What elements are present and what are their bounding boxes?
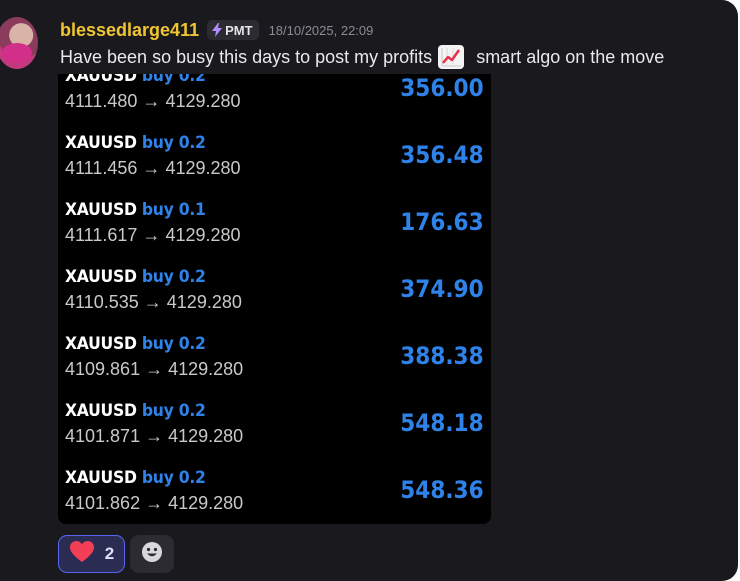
arrow-right-icon: → bbox=[145, 359, 164, 379]
message-text: Have been so busy this days to post my p… bbox=[60, 45, 664, 69]
trade-symbol: XAUUSD bbox=[65, 200, 137, 220]
trade-open-price: 4101.871 bbox=[65, 426, 141, 446]
add-reaction-button[interactable] bbox=[130, 535, 174, 573]
trade-profit: 356.00 bbox=[400, 74, 484, 102]
trade-symbol-line: XAUUSD buy 0.2 bbox=[65, 334, 206, 354]
trade-row: XAUUSD buy 0.2 4109.861 → 4129.280 388.3… bbox=[58, 334, 491, 401]
trade-row: XAUUSD buy 0.2 4101.862 → 4129.280 548.3… bbox=[58, 468, 491, 524]
trade-direction: buy 0.2 bbox=[141, 401, 206, 421]
message-text-before: Have been so busy this days to post my p… bbox=[60, 46, 433, 67]
message-header: blessedlarge411 PMT 18/10/2025, 22:09 bbox=[60, 17, 373, 43]
user-tag[interactable]: PMT bbox=[207, 20, 259, 40]
heart-reaction-button[interactable]: 2 bbox=[58, 535, 125, 573]
trade-symbol-line: XAUUSD buy 0.1 bbox=[65, 200, 206, 220]
trade-symbol: XAUUSD bbox=[65, 74, 137, 86]
trade-symbol: XAUUSD bbox=[65, 334, 137, 354]
trade-open-price: 4110.535 bbox=[65, 292, 139, 312]
trade-prices: 4111.617 → 4129.280 bbox=[65, 225, 241, 246]
arrow-right-icon: → bbox=[142, 225, 161, 245]
trade-row: XAUUSD buy 0.2 4110.535 → 4129.280 374.9… bbox=[58, 267, 491, 334]
trade-open-price: 4111.456 bbox=[65, 158, 138, 178]
trade-profit: 548.36 bbox=[400, 476, 484, 504]
trade-prices: 4101.871 → 4129.280 bbox=[65, 426, 243, 447]
trade-open-price: 4109.861 bbox=[65, 359, 141, 379]
trade-row: XAUUSD buy 0.2 4101.871 → 4129.280 548.1… bbox=[58, 401, 491, 468]
trade-symbol: XAUUSD bbox=[65, 401, 137, 421]
trade-symbol: XAUUSD bbox=[65, 468, 137, 488]
message-text-after: smart algo on the move bbox=[476, 46, 665, 67]
arrow-right-icon: → bbox=[142, 91, 161, 111]
arrow-right-icon: → bbox=[142, 158, 161, 178]
trade-prices: 4111.480 → 4129.280 bbox=[65, 91, 241, 112]
trade-open-price: 4111.480 bbox=[65, 91, 138, 111]
arrow-right-icon: → bbox=[145, 493, 164, 513]
trade-profit: 548.18 bbox=[400, 409, 484, 437]
user-avatar[interactable] bbox=[0, 17, 38, 69]
trade-profit: 176.63 bbox=[400, 208, 484, 236]
trade-close-price: 4129.280 bbox=[165, 91, 241, 111]
trade-direction: buy 0.2 bbox=[141, 468, 206, 488]
trade-symbol: XAUUSD bbox=[65, 267, 137, 287]
trade-open-price: 4111.617 bbox=[65, 225, 138, 245]
arrow-right-icon: → bbox=[145, 426, 164, 446]
trade-symbol-line: XAUUSD buy 0.2 bbox=[65, 468, 206, 488]
trade-direction: buy 0.2 bbox=[141, 334, 206, 354]
trade-direction: buy 0.2 bbox=[141, 133, 206, 153]
reaction-count: 2 bbox=[104, 544, 115, 563]
trade-symbol-line: XAUUSD buy 0.2 bbox=[65, 133, 206, 153]
trade-profit: 374.90 bbox=[400, 275, 484, 303]
heart-icon bbox=[69, 540, 95, 568]
trade-symbol: XAUUSD bbox=[65, 133, 137, 153]
trade-close-price: 4129.280 bbox=[168, 493, 244, 513]
trade-prices: 4110.535 → 4129.280 bbox=[65, 292, 242, 313]
trade-close-price: 4129.280 bbox=[165, 225, 241, 245]
trade-close-price: 4129.280 bbox=[168, 359, 244, 379]
trade-prices: 4101.862 → 4129.280 bbox=[65, 493, 243, 514]
trade-prices: 4109.861 → 4129.280 bbox=[65, 359, 243, 380]
tag-label: PMT bbox=[225, 22, 253, 38]
reaction-bar: 2 bbox=[58, 535, 174, 573]
trade-symbol-line: XAUUSD buy 0.2 bbox=[65, 74, 206, 86]
trade-profit: 356.48 bbox=[400, 141, 484, 169]
add-reaction-icon bbox=[141, 541, 163, 567]
trade-close-price: 4129.280 bbox=[166, 292, 242, 312]
trade-close-price: 4129.280 bbox=[165, 158, 241, 178]
trade-symbol-line: XAUUSD buy 0.2 bbox=[65, 401, 206, 421]
username[interactable]: blessedlarge411 bbox=[60, 20, 199, 41]
trade-direction: buy 0.1 bbox=[141, 200, 206, 220]
trade-row: XAUUSD buy 0.1 4111.617 → 4129.280 176.6… bbox=[58, 200, 491, 267]
trade-profit: 388.38 bbox=[400, 342, 484, 370]
trade-direction: buy 0.2 bbox=[141, 74, 206, 86]
trade-close-price: 4129.280 bbox=[168, 426, 244, 446]
chart-increasing-icon bbox=[438, 45, 465, 69]
arrow-right-icon: → bbox=[143, 292, 162, 312]
trade-symbol-line: XAUUSD buy 0.2 bbox=[65, 267, 206, 287]
trade-screenshot[interactable]: XAUUSD buy 0.2 4111.480 → 4129.280 356.0… bbox=[58, 74, 491, 524]
message-timestamp: 18/10/2025, 22:09 bbox=[268, 22, 374, 38]
trade-open-price: 4101.862 bbox=[65, 493, 141, 513]
trade-prices: 4111.456 → 4129.280 bbox=[65, 158, 241, 179]
message-panel: blessedlarge411 PMT 18/10/2025, 22:09 Ha… bbox=[0, 0, 738, 581]
lightning-icon bbox=[211, 23, 223, 37]
trade-direction: buy 0.2 bbox=[141, 267, 206, 287]
trade-row: XAUUSD buy 0.2 4111.480 → 4129.280 356.0… bbox=[58, 74, 491, 133]
trade-row: XAUUSD buy 0.2 4111.456 → 4129.280 356.4… bbox=[58, 133, 491, 200]
